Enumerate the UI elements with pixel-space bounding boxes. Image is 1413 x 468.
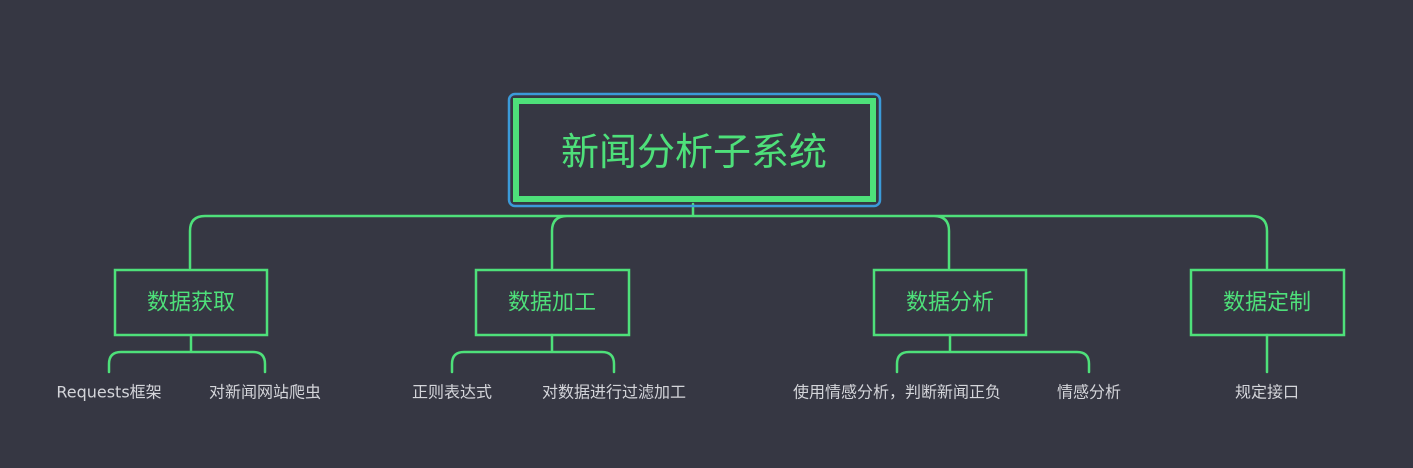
mind-map: 新闻分析子系统 数据获取 Requests框架 对新闻网站爬虫 数据加工 正则表… (56, 92, 1346, 402)
branch-node-data-acquisition[interactable]: 数据获取 (113, 268, 269, 337)
leaf-requests-framework[interactable]: Requests框架 (56, 383, 161, 402)
branch-node-data-analysis[interactable]: 数据分析 (872, 268, 1028, 337)
leaf-news-crawler[interactable]: 对新闻网站爬虫 (209, 383, 321, 402)
branch-3-leaf-connector (895, 333, 1091, 374)
leaf-sentiment-analysis[interactable]: 情感分析 (1057, 383, 1121, 402)
branch-label: 数据分析 (906, 291, 994, 316)
root-connector (188, 202, 1269, 270)
branch-node-data-processing[interactable]: 数据加工 (474, 268, 631, 337)
branch-1-leaf-connector (107, 333, 267, 374)
root-title: 新闻分析子系统 (561, 130, 827, 174)
root-node[interactable]: 新闻分析子系统 (507, 92, 882, 208)
leaf-sentiment-judgement[interactable]: 使用情感分析，判断新闻正负 (793, 383, 1001, 402)
branch-2-leaf-connector (450, 333, 616, 374)
leaf-regex[interactable]: 正则表达式 (412, 383, 492, 402)
branch-label: 数据获取 (147, 291, 235, 316)
branch-label: 数据加工 (508, 291, 596, 316)
branch-node-data-customization[interactable]: 数据定制 (1189, 268, 1346, 337)
leaf-define-interface[interactable]: 规定接口 (1235, 383, 1299, 402)
leaf-data-filtering[interactable]: 对数据进行过滤加工 (542, 383, 686, 402)
branch-label: 数据定制 (1223, 291, 1311, 316)
